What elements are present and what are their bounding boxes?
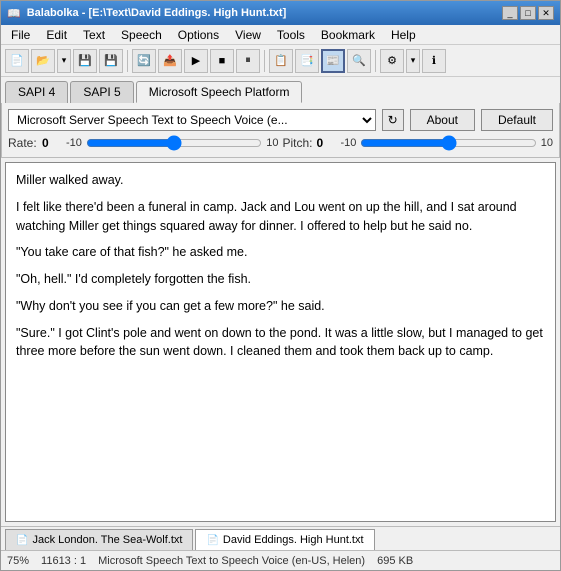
stop-button[interactable]: ■ — [210, 49, 234, 73]
toolbar-separator-1 — [127, 50, 128, 72]
rate-slider[interactable] — [86, 135, 262, 151]
voice-panel: Microsoft Server Speech Text to Speech V… — [1, 103, 560, 158]
menu-options[interactable]: Options — [172, 27, 225, 43]
pitch-section: Pitch: 0 -10 10 — [283, 135, 554, 151]
menu-text[interactable]: Text — [77, 27, 111, 43]
menu-bookmark[interactable]: Bookmark — [315, 27, 381, 43]
rate-min: -10 — [66, 137, 82, 149]
main-window: 📖 Balabolka - [E:\Text\David Eddings. Hi… — [0, 0, 561, 571]
bottom-tab-label-1: David Eddings. High Hunt.txt — [223, 534, 364, 546]
rate-label: Rate: — [8, 136, 38, 150]
tab-sapi5[interactable]: SAPI 5 — [70, 81, 133, 103]
menu-help[interactable]: Help — [385, 27, 422, 43]
menu-bar: File Edit Text Speech Options View Tools… — [1, 25, 560, 45]
pitch-label: Pitch: — [283, 136, 313, 150]
menu-tools[interactable]: Tools — [271, 27, 311, 43]
open-button[interactable]: 📂 — [31, 49, 55, 73]
bottom-tab-1[interactable]: 📄 David Eddings. High Hunt.txt — [195, 529, 374, 550]
app-icon: 📖 — [7, 7, 21, 20]
status-position: 11613 : 1 — [41, 555, 86, 567]
paragraph-4: "Why don't you see if you can get a few … — [16, 297, 545, 316]
extra-button[interactable]: ℹ — [422, 49, 446, 73]
status-zoom: 75% — [7, 555, 29, 567]
save-button[interactable]: 💾 — [73, 49, 97, 73]
voice-select-row: Microsoft Server Speech Text to Speech V… — [8, 109, 553, 131]
paragraph-1: I felt like there'd been a funeral in ca… — [16, 198, 545, 236]
toolbar-separator-2 — [264, 50, 265, 72]
paragraph-3: "Oh, hell." I'd completely forgotten the… — [16, 270, 545, 289]
open-dropdown[interactable]: ▾ — [57, 49, 71, 73]
pitch-min: -10 — [341, 137, 357, 149]
bottom-tab-icon-0: 📄 — [16, 535, 28, 546]
tab-msp[interactable]: Microsoft Speech Platform — [136, 81, 303, 103]
refresh-button[interactable]: ↻ — [382, 109, 404, 131]
about-button[interactable]: About — [410, 109, 475, 131]
tab-sapi4[interactable]: SAPI 4 — [5, 81, 68, 103]
clip-button[interactable]: 📋 — [269, 49, 293, 73]
bottom-tab-label-0: Jack London. The Sea-Wolf.txt — [32, 534, 182, 546]
batch-button[interactable]: 📑 — [295, 49, 319, 73]
menu-speech[interactable]: Speech — [115, 27, 168, 43]
settings-dropdown[interactable]: ▾ — [406, 49, 420, 73]
title-bar-controls: _ □ ✕ — [502, 6, 554, 20]
document-button[interactable]: 📰 — [321, 49, 345, 73]
status-bar: 75% 11613 : 1 Microsoft Speech Text to S… — [1, 550, 560, 570]
menu-file[interactable]: File — [5, 27, 36, 43]
paragraph-5: "Sure." I got Clint's pole and went on d… — [16, 324, 545, 362]
bottom-tab-bar: 📄 Jack London. The Sea-Wolf.txt 📄 David … — [1, 526, 560, 550]
settings-button[interactable]: ⚙ — [380, 49, 404, 73]
title-bar-left: 📖 Balabolka - [E:\Text\David Eddings. Hi… — [7, 7, 286, 20]
status-size: 695 KB — [377, 555, 413, 567]
bottom-tab-0[interactable]: 📄 Jack London. The Sea-Wolf.txt — [5, 529, 193, 550]
toolbar: 📄 📂 ▾ 💾 💾 🔄 📤 ▶ ■ ⏸ 📋 📑 📰 🔍 ⚙ ▾ ℹ — [1, 45, 560, 77]
browse-button[interactable]: 🔍 — [347, 49, 371, 73]
pitch-max: 10 — [541, 137, 553, 149]
convert-button[interactable]: 🔄 — [132, 49, 156, 73]
text-area-container: Miller walked away. I felt like there'd … — [5, 162, 556, 522]
pause-button[interactable]: ⏸ — [236, 49, 260, 73]
title-bar: 📖 Balabolka - [E:\Text\David Eddings. Hi… — [1, 1, 560, 25]
pitch-value: 0 — [317, 136, 337, 150]
rate-section: Rate: 0 -10 10 — [8, 135, 279, 151]
maximize-button[interactable]: □ — [520, 6, 536, 20]
rate-max: 10 — [266, 137, 278, 149]
default-button[interactable]: Default — [481, 109, 553, 131]
text-content[interactable]: Miller walked away. I felt like there'd … — [6, 163, 555, 521]
pitch-slider[interactable] — [360, 135, 536, 151]
minimize-button[interactable]: _ — [502, 6, 518, 20]
tab-bar: SAPI 4 SAPI 5 Microsoft Speech Platform — [1, 77, 560, 103]
new-button[interactable]: 📄 — [5, 49, 29, 73]
voice-select[interactable]: Microsoft Server Speech Text to Speech V… — [8, 109, 376, 131]
paragraph-0: Miller walked away. — [16, 171, 545, 190]
menu-edit[interactable]: Edit — [40, 27, 73, 43]
sliders-row: Rate: 0 -10 10 Pitch: 0 -10 10 — [8, 135, 553, 151]
close-button[interactable]: ✕ — [538, 6, 554, 20]
rate-value: 0 — [42, 136, 62, 150]
bottom-tab-icon-1: 📄 — [206, 535, 218, 546]
menu-view[interactable]: View — [229, 27, 267, 43]
play-button[interactable]: ▶ — [184, 49, 208, 73]
export-button[interactable]: 📤 — [158, 49, 182, 73]
paragraph-2: "You take care of that fish?" he asked m… — [16, 243, 545, 262]
toolbar-separator-3 — [375, 50, 376, 72]
save2-button[interactable]: 💾 — [99, 49, 123, 73]
status-voice: Microsoft Speech Text to Speech Voice (e… — [98, 555, 365, 567]
window-title: Balabolka - [E:\Text\David Eddings. High… — [27, 7, 287, 19]
